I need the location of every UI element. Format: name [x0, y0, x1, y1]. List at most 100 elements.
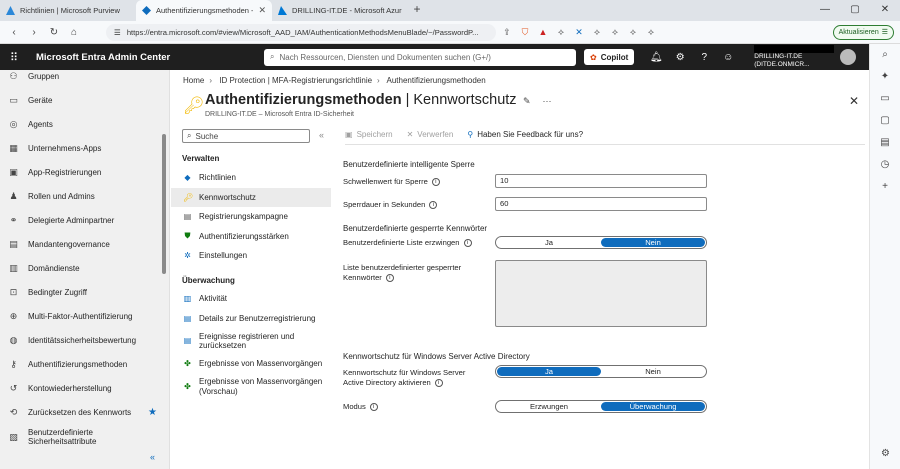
menu-item-policies[interactable]: ◆ Richtlinien — [171, 168, 331, 188]
nav-item-devices[interactable]: ▭ Geräte — [0, 88, 169, 112]
menu-item-bulk-results[interactable]: ✤ Ergebnisse von Massenvorgängen — [171, 354, 331, 374]
pin-sidebar-icon[interactable]: ✦ — [870, 66, 900, 88]
nav-scrollbar-thumb[interactable] — [162, 134, 166, 274]
feedback-icon[interactable]: ☺ — [716, 52, 740, 63]
ad-enable-toggle[interactable]: Ja Nein — [495, 365, 707, 378]
site-info-icon[interactable]: ☰ — [114, 28, 121, 37]
breadcrumb-auth-methods[interactable]: Authentifizierungsmethoden — [387, 76, 486, 85]
menu-item-activity[interactable]: ▥ Aktivität — [171, 289, 331, 309]
info-icon[interactable]: i — [385, 273, 394, 282]
nav-item-custom-security-attributes[interactable]: ▧ Benutzerdefinierte Sicherheitsattribute — [0, 424, 169, 450]
add-sidebar-icon[interactable]: + — [870, 176, 900, 198]
favorite-star-icon[interactable]: ★ — [148, 407, 157, 418]
home-icon[interactable]: ⌂ — [66, 27, 82, 38]
more-options-icon[interactable]: ··· — [543, 96, 552, 107]
blade-search-input[interactable]: ⌕ Suche — [182, 129, 310, 143]
menu-item-settings[interactable]: ✲ Einstellungen — [171, 246, 331, 266]
maximize-icon[interactable]: ▢ — [840, 0, 870, 21]
nav-item-identity-secure-score[interactable]: ◍ Identitätssicherheitsbewertung — [0, 328, 169, 352]
enforce-no-option[interactable]: Nein — [601, 238, 705, 247]
nav-item-delegated-partners[interactable]: ⚭ Delegierte Adminpartner — [0, 208, 169, 232]
chat-sidebar-icon[interactable]: ▢ — [870, 110, 900, 132]
info-icon[interactable]: i — [431, 178, 440, 186]
search-sidebar-icon[interactable]: ⌕ — [870, 44, 900, 66]
breadcrumb-id-protection[interactable]: ID Protection | MFA-Registrierungsrichtl… — [219, 76, 372, 85]
menu-item-registration-events[interactable]: ▤ Ereignisse registrieren und zurücksetze… — [171, 328, 331, 354]
pin-icon[interactable]: ✎ — [523, 96, 531, 107]
portal-search-input[interactable]: ⌕ Nach Ressourcen, Diensten und Dokument… — [264, 48, 576, 66]
brave-rewards-icon[interactable]: ▲ — [536, 27, 550, 37]
nav-item-auth-methods[interactable]: ⚷ Authentifizierungsmethoden — [0, 352, 169, 376]
extension-icon[interactable]: ⟡ — [590, 27, 604, 38]
forward-icon[interactable]: › — [26, 27, 42, 38]
nav-scrollbar[interactable] — [162, 72, 167, 462]
browser-tab-authmethods[interactable]: Authentifizierungsmethoden - M ✕ — [136, 0, 272, 21]
mode-enforced-option[interactable]: Erzwungen — [497, 402, 601, 411]
url-field[interactable]: ☰ https://entra.microsoft.com/#view/Micr… — [106, 23, 496, 41]
info-icon[interactable]: i — [369, 403, 378, 411]
extension-x-icon[interactable]: ✕ — [572, 27, 586, 38]
ad-yes-option[interactable]: Ja — [497, 367, 601, 376]
notes-sidebar-icon[interactable]: ▤ — [870, 132, 900, 154]
nav-item-roles[interactable]: ♟ Rollen und Admins — [0, 184, 169, 208]
lockout-duration-input[interactable]: 60 — [495, 197, 707, 211]
lockout-threshold-input[interactable]: 10 — [495, 174, 707, 188]
reload-icon[interactable]: ↻ — [46, 27, 62, 38]
nav-item-agents[interactable]: ◎ Agents — [0, 112, 169, 136]
media-sidebar-icon[interactable]: ▭ — [870, 88, 900, 110]
menu-item-user-registration-details[interactable]: ▤ Details zur Benutzerregistrierung — [171, 309, 331, 329]
brave-shield-icon[interactable]: ⛉ — [518, 27, 532, 38]
history-sidebar-icon[interactable]: ◷ — [870, 154, 900, 176]
copilot-button[interactable]: ✿ Copilot — [584, 49, 635, 65]
nav-item-conditional-access[interactable]: ⊡ Bedingter Zugriff — [0, 280, 169, 304]
save-button[interactable]: ▣ Speichern — [345, 130, 393, 139]
nav-item-app-registrations[interactable]: ▣ App-Registrierungen — [0, 160, 169, 184]
extension-icon[interactable]: ⟡ — [644, 27, 658, 38]
info-icon[interactable]: i — [463, 239, 472, 247]
extension-icon[interactable]: ⟡ — [626, 27, 640, 38]
help-icon[interactable]: ? — [692, 52, 716, 63]
feedback-button[interactable]: ⚲ Haben Sie Feedback für uns? — [467, 130, 583, 139]
collapse-menu-icon[interactable]: « — [319, 130, 324, 140]
update-button[interactable]: Aktualisieren ☰ — [832, 24, 894, 40]
info-icon[interactable]: i — [429, 201, 438, 209]
ad-no-option[interactable]: Nein — [601, 367, 705, 376]
settings-icon[interactable]: ⚙ — [668, 52, 692, 63]
nav-item-password-reset[interactable]: ⟲ Zurücksetzen des Kennworts ★ — [0, 400, 169, 424]
account-info[interactable]: DRILLING-IT.DE (DITDE.ONMICR... — [754, 45, 835, 69]
back-icon[interactable]: ‹ — [6, 27, 22, 38]
enforce-yes-option[interactable]: Ja — [497, 238, 601, 247]
close-window-icon[interactable]: ✕ — [870, 0, 900, 21]
nav-item-enterprise-apps[interactable]: ▦ Unternehmens-Apps — [0, 136, 169, 160]
browser-tab-azure[interactable]: DRILLING-IT.DE - Microsoft Azure — [272, 0, 408, 21]
minimize-icon[interactable]: — — [810, 0, 840, 21]
sidebar-settings-icon[interactable]: ⚙ — [870, 443, 900, 465]
close-tab-icon[interactable]: ✕ — [258, 5, 266, 16]
browser-tab-purview[interactable]: Richtlinien | Microsoft Purview — [0, 0, 136, 21]
notifications-icon[interactable]: 🔔︎ — [644, 52, 668, 63]
nav-item-tenant-governance[interactable]: ▤ Mandantengovernance — [0, 232, 169, 256]
menu-item-bulk-results-preview[interactable]: ✤ Ergebnisse von Massenvorgängen (Vorscha… — [171, 374, 331, 400]
nav-item-mfa[interactable]: ⊕ Multi-Faktor-Authentifizierung — [0, 304, 169, 328]
discard-button[interactable]: ✕ Verwerfen — [407, 130, 454, 139]
extension-icon[interactable]: ⟡ — [554, 27, 568, 38]
collapse-nav-icon[interactable]: « — [150, 452, 155, 462]
mode-toggle[interactable]: Erzwungen Überwachung — [495, 400, 707, 413]
menu-item-registration-campaign[interactable]: ▤ Registrierungskampagne — [171, 207, 331, 227]
banned-passwords-textarea[interactable] — [495, 260, 707, 327]
nav-item-account-recovery[interactable]: ↺ Kontowiederherstellung — [0, 376, 169, 400]
avatar[interactable] — [840, 49, 857, 65]
mode-audit-option[interactable]: Überwachung — [601, 402, 705, 411]
breadcrumb-home[interactable]: Home — [183, 76, 204, 85]
nav-item-domain-services[interactable]: ▥ Domändienste — [0, 256, 169, 280]
new-tab-icon[interactable]: + — [408, 0, 426, 21]
menu-item-password-protection[interactable]: 🔑︎ Kennwortschutz — [171, 187, 331, 207]
menu-item-auth-strengths[interactable]: ⛊ Authentifizierungsstärken — [171, 227, 331, 247]
close-blade-icon[interactable]: ✕ — [849, 94, 859, 108]
info-icon[interactable]: i — [434, 378, 443, 387]
nav-item-groups[interactable]: ⚇ Gruppen — [0, 70, 169, 88]
share-icon[interactable]: ⇪ — [500, 27, 514, 38]
enforce-list-toggle[interactable]: Ja Nein — [495, 236, 707, 249]
app-launcher-icon[interactable]: ⠿ — [0, 51, 28, 64]
extension-icon[interactable]: ⟡ — [608, 27, 622, 38]
